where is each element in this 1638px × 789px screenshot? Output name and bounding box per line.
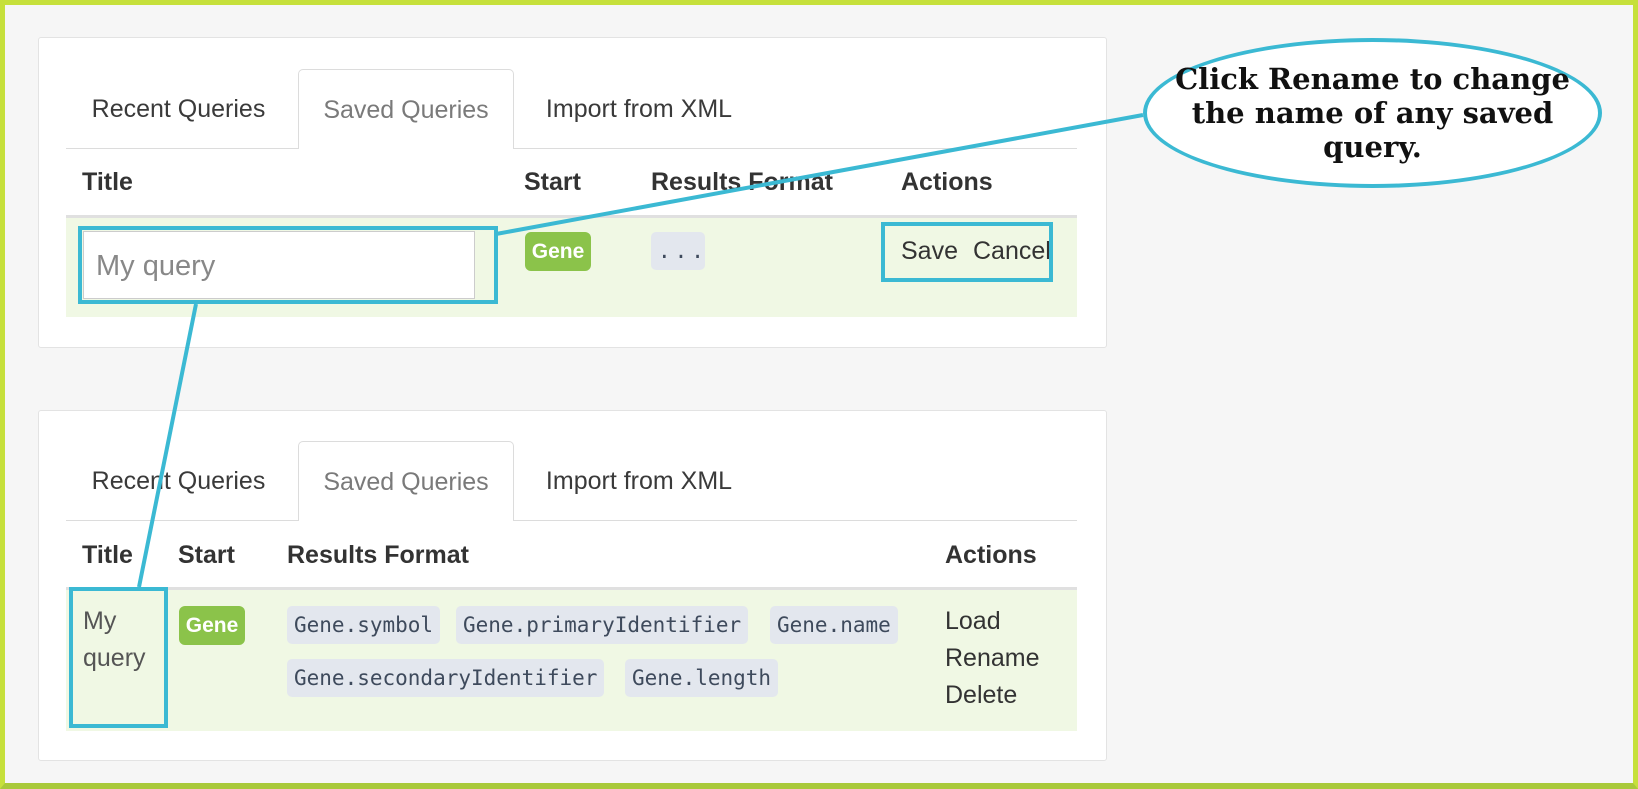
tab-bar: Recent Queries Saved Queries Import from… — [66, 69, 1077, 149]
format-field-chip: Gene.primaryIdentifier — [456, 606, 749, 644]
delete-link[interactable]: Delete — [945, 681, 1017, 710]
highlight-query-title — [69, 587, 168, 728]
start-badge: Gene — [525, 232, 591, 271]
column-header-results-format: Results Format — [287, 541, 469, 569]
column-header-actions: Actions — [945, 541, 1037, 569]
tab-saved-queries[interactable]: Saved Queries — [298, 69, 514, 149]
column-header-title: Title — [82, 168, 133, 196]
format-placeholder-chip: ... — [651, 232, 705, 270]
callout-bubble: Click Rename to change the name of any s… — [1143, 38, 1602, 188]
tab-recent-queries[interactable]: Recent Queries — [66, 69, 291, 147]
column-header-actions: Actions — [901, 168, 993, 196]
column-header-start: Start — [524, 168, 581, 196]
rename-link[interactable]: Rename — [945, 644, 1040, 673]
load-link[interactable]: Load — [945, 607, 1001, 636]
column-header-start: Start — [178, 541, 235, 569]
column-header-title: Title — [82, 541, 133, 569]
format-field-chip: Gene.secondaryIdentifier — [287, 659, 605, 697]
format-field-chip: Gene.length — [625, 659, 779, 697]
column-header-results-format: Results Format — [651, 168, 833, 196]
tab-recent-queries[interactable]: Recent Queries — [66, 441, 291, 519]
tab-import-xml[interactable]: Import from XML — [514, 441, 764, 519]
highlight-title-input — [78, 226, 498, 304]
format-field-chip: Gene.name — [770, 606, 898, 644]
tab-saved-queries[interactable]: Saved Queries — [298, 441, 514, 521]
callout-text: Click Rename to change the name of any s… — [1175, 62, 1570, 164]
tab-bar: Recent Queries Saved Queries Import from… — [66, 441, 1077, 521]
format-field-chip: Gene.symbol — [287, 606, 441, 644]
start-badge: Gene — [179, 606, 245, 645]
highlight-save-cancel — [881, 222, 1053, 282]
tab-import-xml[interactable]: Import from XML — [514, 69, 764, 147]
query-panel-bottom: Recent Queries Saved Queries Import from… — [38, 410, 1107, 761]
